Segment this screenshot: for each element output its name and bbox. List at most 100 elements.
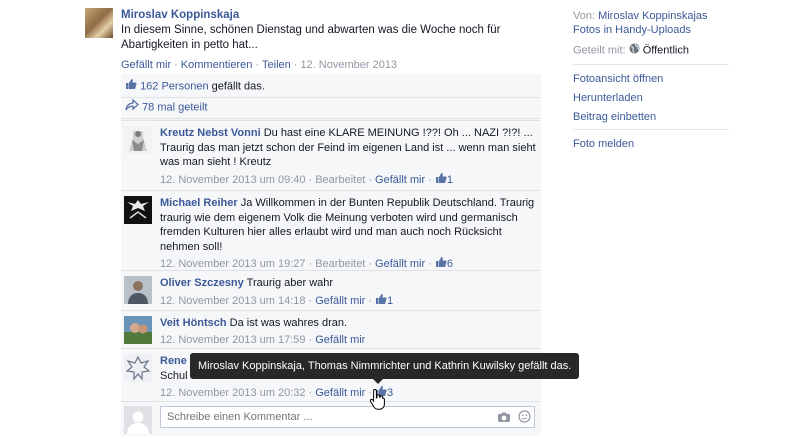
embed-post-link[interactable]: Beitrag einbetten — [573, 110, 729, 124]
compose-icons — [497, 410, 531, 426]
post-actions: Gefällt mir · Kommentieren · Teilen · 12. Nove… — [121, 58, 397, 72]
comment-avatar[interactable] — [124, 196, 152, 224]
post-body: Miroslav Koppinskaja In diesem Sinne, sc… — [121, 8, 553, 53]
edited-label[interactable]: Bearbeitet — [315, 174, 365, 186]
comment-item: Kreutz Nebst Vonni Du hast eine KLARE ME… — [121, 120, 541, 190]
comment-avatar[interactable] — [124, 276, 152, 304]
comment-author-link[interactable]: Michael Reiher — [160, 197, 238, 209]
post-date[interactable]: 12. November 2013 — [300, 59, 397, 71]
shared-label: Geteilt mit: — [573, 44, 629, 57]
smiley-icon[interactable] — [518, 410, 531, 426]
divider — [573, 64, 729, 65]
comment-like-count[interactable]: 1 — [435, 172, 453, 189]
comment-text: Da ist was wahres dran. — [226, 317, 348, 329]
feedback-panel: 162 Personen gefällt das. 78 mal geteilt… — [121, 74, 541, 436]
report-photo-link[interactable]: Foto melden — [573, 137, 729, 151]
comment-meta: 12. November 2013 um 17:59 · Gefällt mir — [160, 333, 536, 348]
comment-like-link[interactable]: Gefällt mir — [315, 295, 365, 307]
comment-item: Veit Höntsch Da ist was wahres dran. 12.… — [121, 310, 541, 348]
likes-summary: 162 Personen gefällt das. — [121, 78, 541, 98]
comment-author-link[interactable]: Oliver Szczesny — [160, 277, 244, 289]
like-thumb-icon — [435, 172, 447, 189]
comment-text: Schul — [160, 369, 188, 382]
photo-owner: Von: Miroslav Koppinskajas — [573, 9, 729, 23]
comment-body: Oliver Szczesny Traurig aber wahr 12. No… — [160, 276, 536, 309]
like-count-value: 1 — [387, 294, 394, 307]
post-share-link[interactable]: Teilen — [262, 59, 291, 71]
separator: · — [368, 294, 373, 307]
comment-like-link[interactable]: Gefällt mir — [375, 258, 425, 270]
download-link[interactable]: Herunterladen — [573, 91, 729, 105]
post-text: In diesem Sinne, schönen Dienstag und ab… — [121, 24, 501, 51]
comment-body: Michael Reiher Ja Willkommen in der Bunt… — [160, 196, 536, 273]
privacy-value[interactable]: Öffentlich — [643, 44, 689, 56]
comment-meta: 12. November 2013 um 20:32 · Gefällt mir · 3 — [160, 385, 536, 402]
comment-like-count[interactable]: 1 — [375, 293, 394, 310]
comment-item: Oliver Szczesny Traurig aber wahr 12. No… — [121, 270, 541, 310]
like-count-value: 1 — [446, 173, 453, 186]
comment-item: Michael Reiher Ja Willkommen in der Bunt… — [121, 190, 541, 270]
comment-meta: 12. November 2013 um 09:40 · Bearbeitet · Ge… — [160, 172, 536, 189]
comment-meta: 12. November 2013 um 14:18 · Gefällt mir · 1 — [160, 293, 536, 310]
comment-body: Kreutz Nebst Vonni Du hast eine KLARE ME… — [160, 126, 536, 188]
separator: · — [368, 173, 373, 186]
shares-link[interactable]: 78 mal geteilt — [142, 101, 207, 113]
comment-body: Veit Höntsch Da ist was wahres dran. 12.… — [160, 316, 536, 347]
likes-tooltip: Miroslav Koppinskaja, Thomas Nimmrichter… — [190, 353, 580, 379]
tooltip-arrow — [373, 379, 383, 384]
privacy-row: Geteilt mit: Öffentlich — [573, 43, 729, 58]
separator: · — [428, 173, 432, 186]
comment-like-link[interactable]: Gefällt mir — [315, 334, 365, 346]
likes-count-link[interactable]: 162 Personen — [140, 80, 209, 92]
album-link[interactable]: Fotos in Handy-Uploads — [573, 23, 729, 37]
separator: · — [308, 387, 313, 400]
post-like-link[interactable]: Gefällt mir — [121, 59, 171, 71]
shares-summary: 78 mal geteilt — [121, 98, 541, 119]
separator: · — [174, 59, 178, 71]
post-author-link[interactable]: Miroslav Koppinskaja — [121, 8, 553, 23]
comment-author-link[interactable]: Veit Höntsch — [160, 317, 227, 329]
owner-link[interactable]: Miroslav Koppinskajas — [598, 10, 707, 22]
comment-like-link[interactable]: Gefällt mir — [375, 174, 425, 186]
photo-sidebar: Von: Miroslav Koppinskajas Fotos in Hand… — [573, 9, 729, 156]
comment-like-link[interactable]: Gefällt mir — [315, 387, 365, 399]
comment-text: Traurig aber wahr — [243, 277, 334, 289]
divider — [573, 129, 729, 130]
comment-date[interactable]: 12. November 2013 um 14:18 — [160, 295, 306, 307]
camera-icon[interactable] — [497, 411, 511, 426]
like-thumb-icon — [375, 293, 387, 310]
open-photo-view-link[interactable]: Fotoansicht öffnen — [573, 72, 729, 86]
separator: · — [428, 258, 432, 271]
comment-date[interactable]: 12. November 2013 um 20:32 — [160, 387, 306, 399]
comment-date[interactable]: 12. November 2013 um 19:27 — [160, 258, 306, 270]
separator: · — [255, 59, 260, 71]
likes-suffix: gefällt das. — [208, 80, 265, 93]
separator: · — [368, 258, 373, 271]
share-arrow-icon — [125, 98, 139, 116]
comment-avatar[interactable] — [124, 126, 152, 154]
globe-icon[interactable] — [629, 43, 640, 58]
comment-composer — [121, 401, 541, 436]
comment-date[interactable]: 12. November 2013 um 17:59 — [160, 334, 306, 346]
comment-author-link[interactable]: Rene — [160, 355, 187, 367]
comment-date[interactable]: 12. November 2013 um 09:40 — [160, 174, 306, 186]
separator: · — [293, 59, 298, 71]
like-count-value: 6 — [446, 258, 453, 271]
comment-avatar[interactable] — [124, 354, 152, 382]
comment-like-count[interactable]: 6 — [435, 257, 453, 271]
hand-cursor-icon — [369, 388, 387, 410]
separator: · — [308, 294, 313, 307]
comment-author-link[interactable]: Kreutz Nebst Vonni — [160, 127, 261, 139]
like-thumb-icon — [125, 78, 137, 95]
viewer-avatar — [124, 406, 152, 434]
author-avatar[interactable] — [85, 8, 113, 38]
separator: · — [308, 258, 313, 271]
from-label: Von: — [573, 10, 599, 22]
edited-label[interactable]: Bearbeitet — [315, 258, 365, 270]
comment-input[interactable] — [160, 406, 535, 428]
separator: · — [308, 333, 313, 346]
separator: · — [308, 173, 313, 186]
comment-avatar[interactable] — [124, 316, 152, 344]
like-count-value: 3 — [387, 387, 394, 400]
post-comment-link[interactable]: Kommentieren — [181, 59, 253, 71]
